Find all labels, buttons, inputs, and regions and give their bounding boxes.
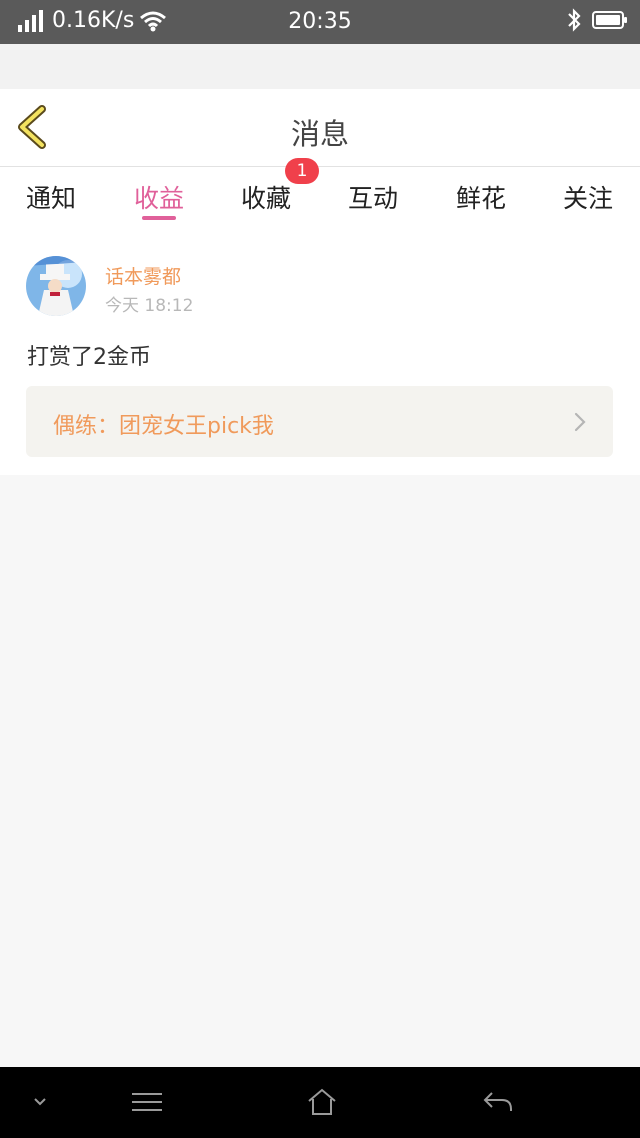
tab-follows[interactable]: 关注 bbox=[543, 179, 633, 215]
tab-flowers[interactable]: 鲜花 bbox=[436, 179, 526, 215]
menu-icon[interactable] bbox=[132, 1091, 162, 1113]
battery-icon bbox=[592, 11, 627, 29]
tab-notifications[interactable]: 通知 bbox=[6, 179, 96, 215]
chevron-down-icon[interactable] bbox=[33, 1097, 47, 1107]
status-right bbox=[566, 8, 628, 32]
tab-favorites[interactable]: 收藏 bbox=[221, 179, 311, 215]
message-card: 话本雾都 今天 18:12 打赏了2金币 偶练：团宠女王pick我 bbox=[0, 225, 640, 475]
favorites-badge: 1 bbox=[285, 158, 319, 184]
top-spacer bbox=[0, 44, 640, 89]
bluetooth-icon bbox=[568, 8, 581, 32]
sender-name[interactable]: 话本雾都 bbox=[105, 262, 181, 289]
avatar[interactable] bbox=[26, 256, 86, 316]
message-time: 今天 18:12 bbox=[105, 296, 194, 316]
tab-interactions[interactable]: 互动 bbox=[328, 179, 418, 215]
chevron-right-icon bbox=[574, 412, 586, 432]
message-text: 打赏了2金币 bbox=[27, 345, 151, 370]
active-tab-indicator bbox=[142, 216, 176, 220]
header: 消息 bbox=[0, 89, 640, 167]
home-icon[interactable] bbox=[306, 1087, 338, 1117]
tab-bar: 通知 收益 收藏 互动 鲜花 关注 bbox=[0, 167, 640, 225]
book-link-title: 偶练：团宠女王pick我 bbox=[53, 414, 274, 439]
status-time: 20:35 bbox=[288, 9, 352, 34]
tab-earnings[interactable]: 收益 bbox=[114, 179, 204, 215]
avatar-image bbox=[26, 256, 86, 316]
status-bar: 0.16K/s 20:35 bbox=[0, 0, 640, 44]
page-title: 消息 bbox=[290, 117, 349, 151]
system-nav-bar bbox=[0, 1067, 640, 1138]
back-icon[interactable] bbox=[482, 1089, 514, 1115]
book-link[interactable]: 偶练：团宠女王pick我 bbox=[26, 386, 613, 457]
